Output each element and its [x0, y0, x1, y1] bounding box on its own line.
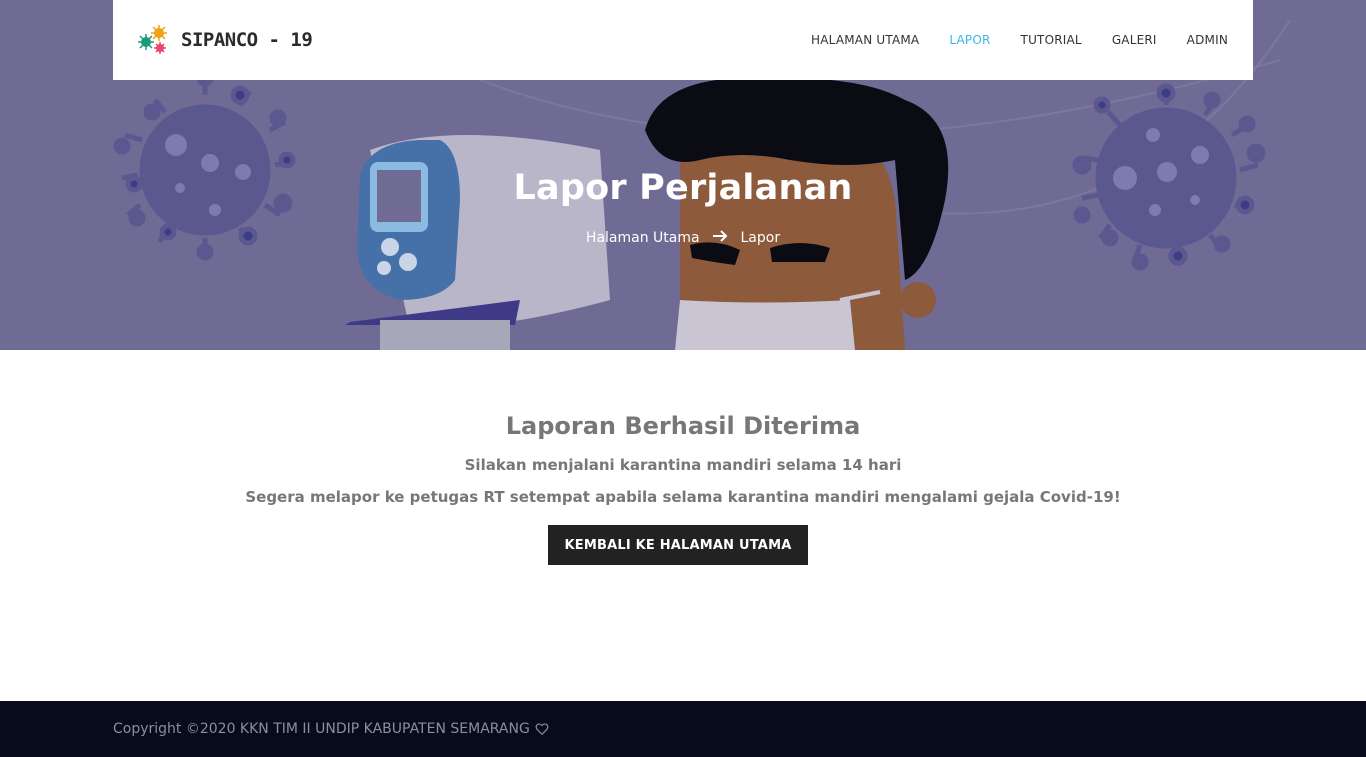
brand-logo[interactable]: SIPANCO - 19	[137, 22, 313, 58]
copyright-text: Copyright ©2020 KKN TIM II UNDIP KABUPAT…	[113, 721, 530, 737]
nav-item-tutorial[interactable]: TUTORIAL	[1021, 33, 1082, 47]
breadcrumb: Halaman Utama Lapor	[0, 228, 1366, 247]
main-nav: HALAMAN UTAMA LAPOR TUTORIAL GALERI ADMI…	[781, 0, 1228, 80]
result-title: Laporan Berhasil Diterima	[505, 412, 861, 440]
page-title: Lapor Perjalanan	[513, 168, 853, 208]
nav-item-halaman-utama[interactable]: HALAMAN UTAMA	[811, 33, 919, 47]
result-section: Laporan Berhasil Diterima Silakan menjal…	[0, 350, 1366, 701]
virus-logo-icon	[138, 25, 167, 54]
navbar: SIPANCO - 19 HALAMAN UTAMA LAPOR TUTORIA…	[113, 0, 1253, 80]
result-message-quarantine: Silakan menjalani karantina mandiri sela…	[464, 456, 902, 474]
back-to-home-button[interactable]: KEMBALI KE HALAMAN UTAMA	[548, 525, 808, 565]
nav-item-galeri[interactable]: GALERI	[1112, 33, 1157, 47]
nav-item-admin[interactable]: ADMIN	[1187, 33, 1228, 47]
nav-item-lapor[interactable]: LAPOR	[949, 33, 990, 47]
arrow-right-icon	[712, 228, 728, 247]
breadcrumb-current: Lapor	[740, 229, 781, 246]
brand-name: SIPANCO - 19	[181, 29, 313, 51]
copyright: Copyright ©2020 KKN TIM II UNDIP KABUPAT…	[113, 721, 549, 737]
person-illustration	[645, 77, 949, 350]
result-message-report: Segera melapor ke petugas RT setempat ap…	[245, 488, 1121, 506]
breadcrumb-home-link[interactable]: Halaman Utama	[586, 230, 700, 246]
heart-icon	[535, 723, 549, 736]
footer: Copyright ©2020 KKN TIM II UNDIP KABUPAT…	[0, 701, 1366, 757]
